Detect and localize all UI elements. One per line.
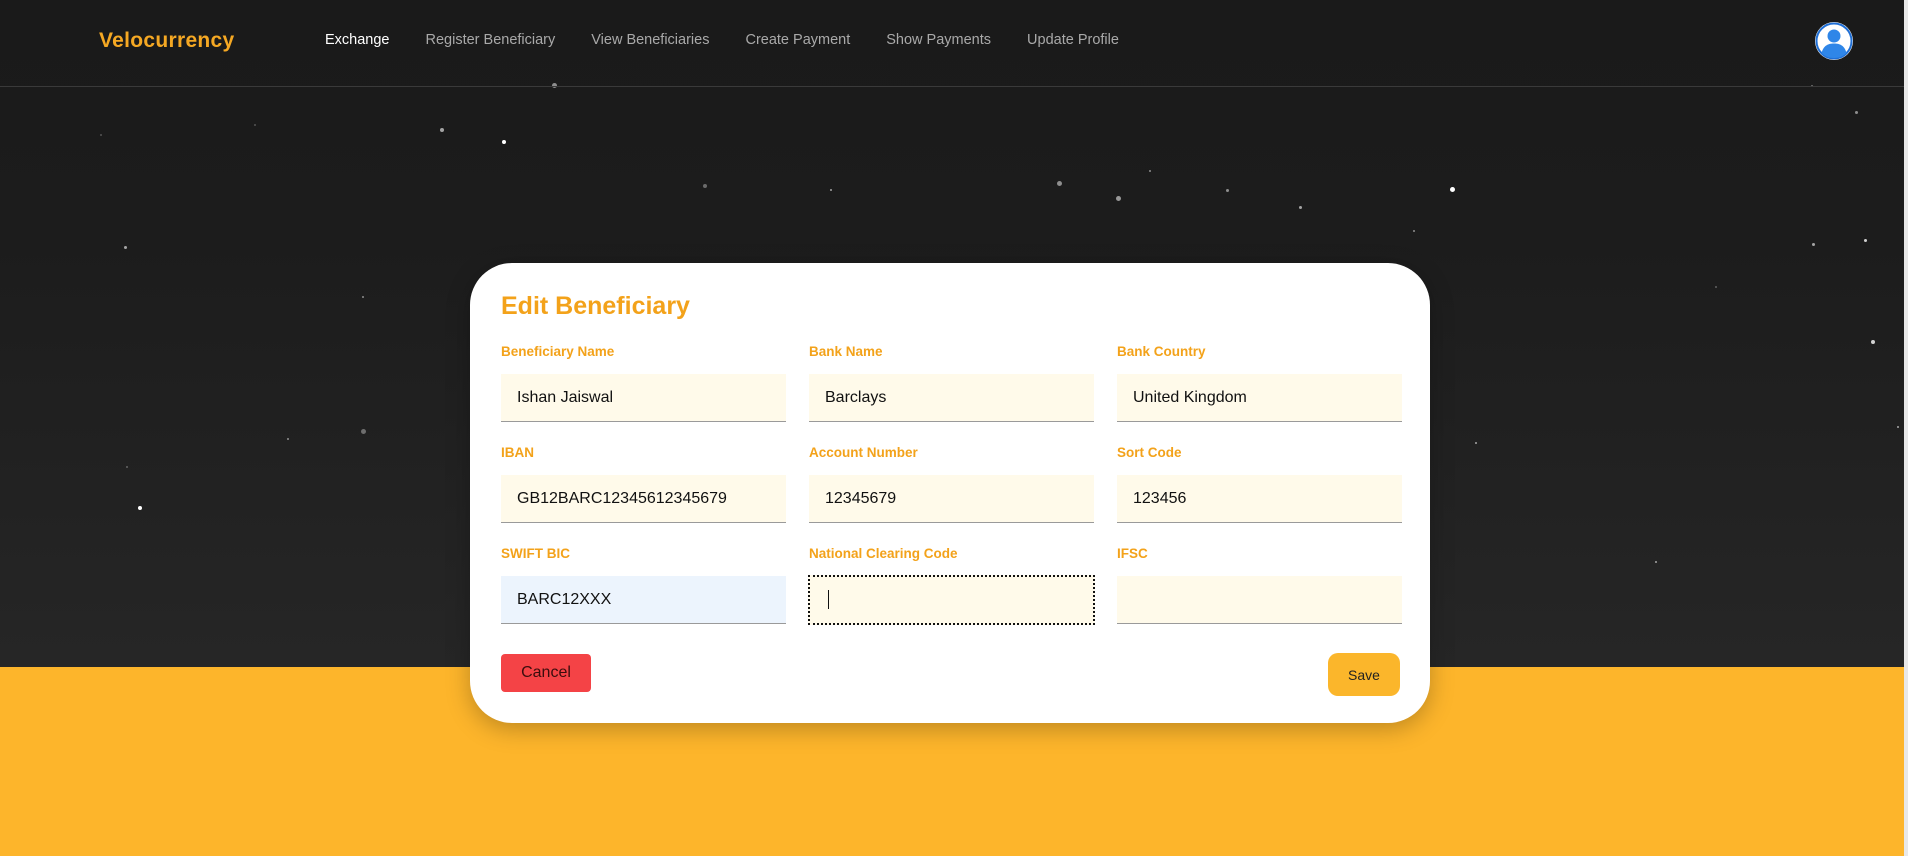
nav-link-register-beneficiary[interactable]: Register Beneficiary: [426, 32, 556, 48]
sort-code-input[interactable]: [1117, 475, 1402, 523]
ifsc-input[interactable]: [1117, 576, 1402, 624]
national-clearing-code-input[interactable]: [808, 575, 1095, 625]
sort-code-label: Sort Code: [1117, 445, 1182, 460]
account-number-label: Account Number: [809, 445, 918, 460]
page-scrollbar[interactable]: [1904, 0, 1908, 856]
top-navbar: Velocurrency Exchange Register Beneficia…: [0, 0, 1904, 87]
iban-label: IBAN: [501, 445, 534, 460]
modal-title: Edit Beneficiary: [501, 292, 690, 320]
bank-name-label: Bank Name: [809, 344, 883, 359]
bank-country-input[interactable]: [1117, 374, 1402, 422]
bank-country-label: Bank Country: [1117, 344, 1206, 359]
nav-link-view-beneficiaries[interactable]: View Beneficiaries: [591, 32, 709, 48]
ifsc-label: IFSC: [1117, 546, 1148, 561]
national-clearing-code-label: National Clearing Code: [809, 546, 958, 561]
nav-link-exchange[interactable]: Exchange: [325, 32, 390, 48]
beneficiary-name-label: Beneficiary Name: [501, 344, 615, 359]
nav-links: Exchange Register Beneficiary View Benef…: [325, 32, 1155, 48]
cancel-button[interactable]: Cancel: [501, 654, 591, 692]
bank-name-input[interactable]: [809, 374, 1094, 422]
nav-link-show-payments[interactable]: Show Payments: [886, 32, 991, 48]
account-number-input[interactable]: [809, 475, 1094, 523]
nav-link-update-profile[interactable]: Update Profile: [1027, 32, 1119, 48]
edit-beneficiary-modal: Edit Beneficiary Beneficiary Name Bank N…: [470, 263, 1430, 723]
brand-logo[interactable]: Velocurrency: [99, 29, 235, 53]
save-button[interactable]: Save: [1328, 653, 1400, 696]
nav-link-create-payment[interactable]: Create Payment: [745, 32, 850, 48]
user-avatar-icon[interactable]: [1815, 22, 1853, 60]
swift-bic-label: SWIFT BIC: [501, 546, 570, 561]
text-caret: [828, 590, 829, 609]
swift-bic-input[interactable]: [501, 576, 786, 624]
beneficiary-name-input[interactable]: [501, 374, 786, 422]
iban-input[interactable]: [501, 475, 786, 523]
